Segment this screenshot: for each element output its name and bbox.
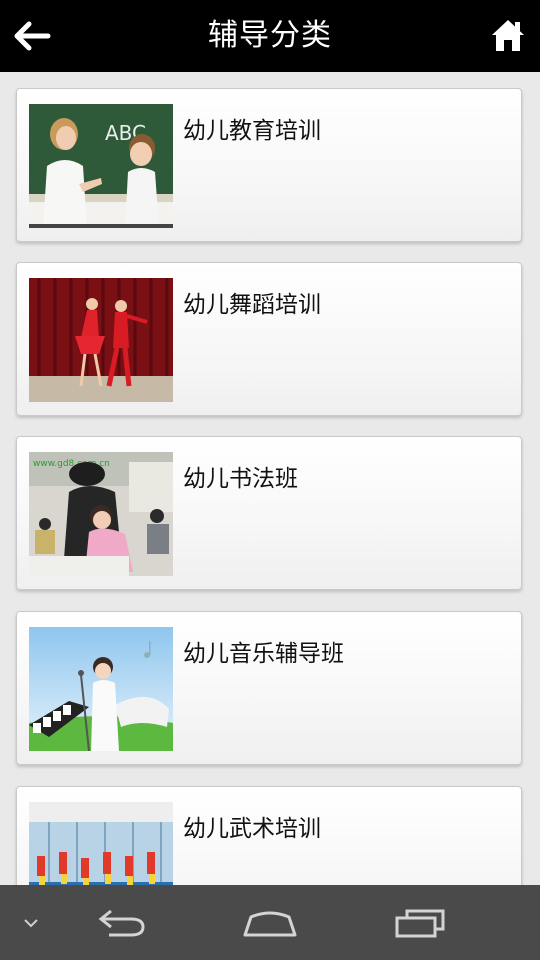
category-card-education[interactable]: ABC 幼儿教育培训 — [16, 88, 522, 242]
category-card-dance[interactable]: 幼儿舞蹈培训 — [16, 262, 522, 416]
category-card-martial-arts[interactable]: 幼儿武术培训 — [16, 786, 522, 885]
header-bar: 辅导分类 — [0, 0, 540, 72]
category-label: 幼儿音乐辅导班 — [183, 641, 344, 667]
category-card-music[interactable]: 幼儿音乐辅导班 — [16, 611, 522, 765]
category-label: 幼儿舞蹈培训 — [183, 292, 321, 318]
nav-back-button[interactable] — [88, 885, 152, 960]
thumbnail-martial-arts — [29, 802, 173, 885]
nav-home-button[interactable] — [236, 885, 304, 960]
category-label: 幼儿武术培训 — [183, 816, 321, 842]
home-button[interactable] — [486, 12, 530, 58]
system-nav-bar — [0, 885, 540, 960]
category-label: 幼儿教育培训 — [183, 118, 321, 144]
page-title: 辅导分类 — [208, 18, 332, 53]
hide-keyboard-button[interactable] — [14, 885, 48, 960]
back-arrow-icon — [98, 909, 145, 936]
category-card-calligraphy[interactable]: www.gd8.com.cn 幼儿书法班 — [16, 436, 522, 590]
thumbnail-dance — [29, 278, 173, 402]
recent-apps-icon — [395, 909, 445, 937]
thumbnail-education: ABC — [29, 104, 173, 228]
category-list: ABC 幼儿教育培训 幼儿舞蹈培训 www.gd8.com.cn 幼儿书法班 幼… — [0, 72, 540, 885]
chevron-down-icon — [24, 918, 38, 927]
category-label: 幼儿书法班 — [183, 466, 298, 492]
thumbnail-music — [29, 627, 173, 751]
thumbnail-calligraphy: www.gd8.com.cn — [29, 452, 173, 576]
screen: 辅导分类 ABC 幼儿教育培训 幼儿舞蹈培训 www.gd8.com.cn 幼儿… — [0, 0, 540, 960]
home-outline-icon — [243, 911, 297, 936]
nav-recent-apps-button[interactable] — [388, 885, 452, 960]
home-icon — [492, 20, 524, 51]
